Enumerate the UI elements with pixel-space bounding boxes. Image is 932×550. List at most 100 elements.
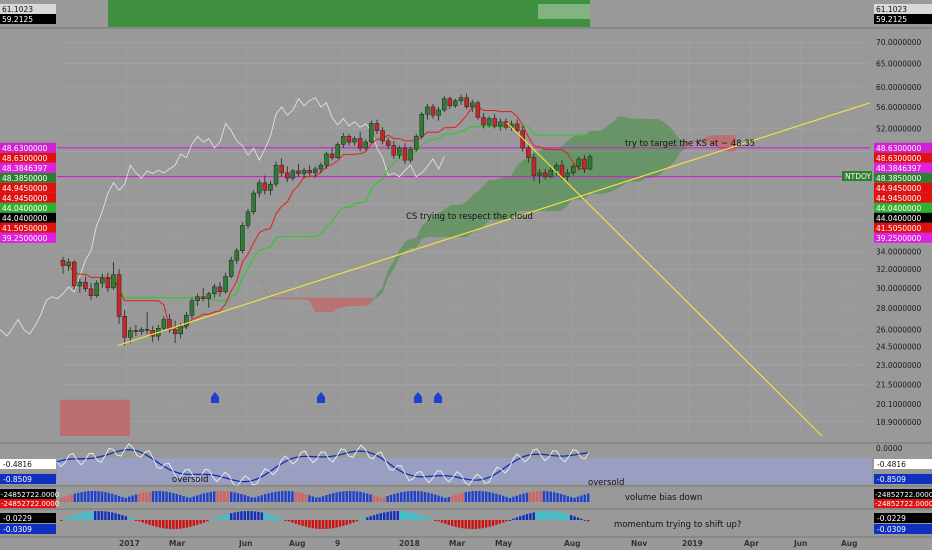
volume-bar (318, 497, 321, 502)
cloud-segment (298, 297, 305, 300)
left-price-tag: 44.9450000 (2, 194, 48, 203)
volume-bar (570, 497, 573, 502)
volume-bar (410, 491, 413, 502)
candle-body (200, 296, 206, 299)
cloud-segment (623, 116, 630, 185)
oscillator-panel: 0.0000 -0.4816 -0.4816 -0.8509 -0.8509 o… (0, 442, 932, 488)
volume-bar (512, 496, 515, 502)
volume-bar (66, 495, 70, 502)
momentum-bar (457, 520, 461, 528)
cloud-segment (640, 118, 647, 182)
price-tick-label: 52.0000000 (876, 124, 922, 133)
momentum-bar (328, 520, 331, 529)
osc-right-value: -0.4816 (877, 460, 906, 469)
chart-canvas: try to target the KS at ~ 48.35 CS tryin… (0, 0, 932, 548)
volume-bar (491, 492, 495, 502)
volume-bar (114, 494, 117, 502)
momentum-bar (393, 511, 396, 520)
volume-bar (158, 491, 161, 502)
momentum-bar (559, 512, 563, 520)
left-price-tags: 48.630000048.630000048.384639748.3850000… (0, 142, 56, 243)
volume-bar (485, 491, 488, 502)
right-price-tag: 44.9450000 (876, 194, 922, 203)
volume-panel: -24852722.0000 -24852722.0000 -24852722.… (0, 485, 932, 508)
candle-body (582, 158, 587, 170)
momentum-bar (525, 514, 529, 520)
volume-bar (383, 497, 386, 502)
cloud-segment (595, 130, 602, 194)
annotation-target: try to target the KS at ~ 48.35 (625, 139, 755, 149)
candle-body (352, 138, 357, 143)
volume-bar (257, 496, 260, 502)
momentum-bar (464, 520, 467, 529)
volume-bar (468, 491, 471, 502)
volume-bar (376, 496, 379, 502)
momentum-bar (318, 520, 321, 529)
candle-body (554, 164, 559, 171)
momentum-bar (542, 511, 546, 520)
cloud-segment (601, 126, 607, 194)
momentum-bar (502, 520, 505, 523)
time-tick-label: May (495, 539, 512, 548)
momentum-bar (338, 520, 342, 527)
volume-bar (287, 491, 291, 502)
volume-bar (260, 495, 263, 502)
volume-bar (196, 495, 199, 502)
candle-body (301, 170, 307, 174)
candle-body (111, 274, 116, 289)
momentum-bar (162, 520, 165, 529)
time-tick-label: 9 (335, 539, 340, 548)
candle-body (206, 293, 212, 299)
candle-body (329, 153, 335, 158)
volume-bar (325, 495, 328, 502)
momentum-bar (491, 520, 495, 526)
momentum-bar (573, 516, 576, 520)
left-price-tag: 48.6300000 (2, 154, 48, 163)
candle-body (486, 118, 492, 126)
candle-body (587, 156, 593, 170)
momentum-bar (413, 513, 416, 520)
candle-body (256, 182, 262, 194)
volume-bar (83, 491, 87, 502)
cloud-segment (606, 122, 613, 194)
momentum-bar (311, 520, 314, 529)
volume-bar (427, 492, 430, 502)
candle-body (498, 121, 503, 127)
volume-bar (138, 493, 141, 502)
volume-bar (420, 491, 423, 502)
price-tick-label: 21.5000000 (876, 380, 922, 389)
momentum-bar (274, 516, 277, 520)
momentum-bars (60, 511, 590, 529)
momentum-bar (291, 520, 294, 523)
annotation-cloud: CS trying to respect the cloud (406, 212, 533, 222)
momentum-bar (383, 512, 386, 520)
volume-bar (369, 494, 372, 502)
momentum-bar (420, 515, 423, 520)
top-strip-green-area (108, 0, 590, 27)
volume-bars (60, 491, 590, 502)
right-price-tag: 48.3850000 (876, 174, 922, 183)
momentum-bar (529, 513, 532, 520)
volume-bar (536, 491, 539, 502)
momentum-bar (376, 514, 379, 520)
volume-bar (529, 492, 532, 502)
momentum-bar (121, 515, 124, 520)
momentum-bar (321, 520, 325, 529)
volume-bar (77, 492, 80, 502)
candle-body (413, 136, 419, 150)
volume-bar (430, 493, 433, 502)
time-tick-label: Jun (793, 539, 807, 548)
volume-bar (250, 497, 253, 502)
candle-body (447, 98, 453, 107)
volume-bar (583, 494, 586, 502)
volume-bar (539, 491, 542, 502)
candle-body (492, 118, 497, 127)
right-price-tag: 48.6300000 (876, 144, 922, 153)
volume-bar (107, 492, 110, 502)
volume-bar (134, 494, 138, 502)
candle-body (268, 183, 273, 191)
top-right-label-2: 59.2125 (876, 15, 907, 24)
candle-body (576, 158, 582, 167)
volume-bar (362, 492, 365, 502)
volume-bar (335, 492, 338, 502)
